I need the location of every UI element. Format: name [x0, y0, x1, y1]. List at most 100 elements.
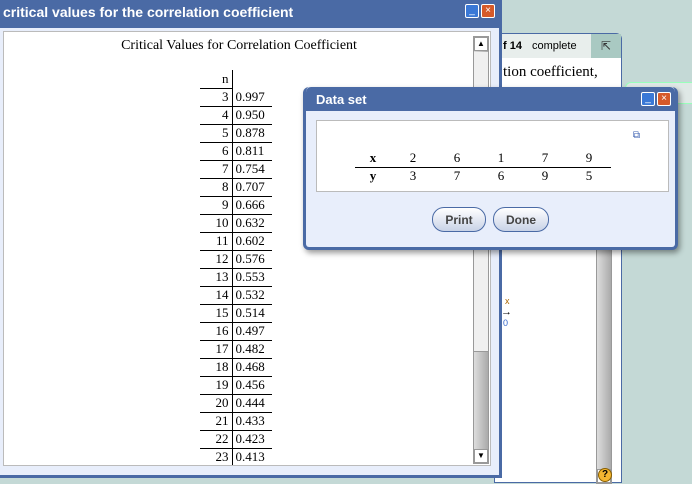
table-row: 20 0.444 [200, 394, 272, 413]
close-icon[interactable]: × [657, 92, 671, 106]
critical-value-cell: 0.468 [232, 358, 272, 377]
table-row: 12 0.576 [200, 250, 272, 269]
critical-value-cell: 0.433 [232, 412, 272, 431]
table-row: 19 0.456 [200, 376, 272, 395]
n-cell: 8 [200, 178, 233, 197]
n-cell: 20 [200, 394, 233, 413]
table-row: 15 0.514 [200, 304, 272, 323]
critical-value-cell: 0.602 [232, 232, 272, 251]
data-table-box: ⧉ x26179 y37695 [316, 120, 669, 192]
help-icon[interactable]: ? [598, 468, 612, 482]
column-header-n: n [200, 70, 233, 89]
n-cell: 21 [200, 412, 233, 431]
n-cell: 14 [200, 286, 233, 305]
critical-value-cell: 0.553 [232, 268, 272, 287]
critical-value-cell: 0.811 [232, 142, 272, 161]
window-title: critical values for the correlation coef… [0, 0, 499, 28]
critical-value-cell: 0.666 [232, 196, 272, 215]
n-cell: 3 [200, 88, 233, 107]
y-label: y [369, 167, 377, 183]
y-value: 5 [585, 167, 593, 183]
table-row: 11 0.602 [200, 232, 272, 251]
table-row: 10 0.632 [200, 214, 272, 233]
table-row: 14 0.532 [200, 286, 272, 305]
table-row: 16 0.497 [200, 322, 272, 341]
table-row: 8 0.707 [200, 178, 272, 197]
close-icon[interactable]: × [481, 4, 495, 18]
minimize-icon[interactable]: _ [465, 4, 479, 18]
n-cell: 4 [200, 106, 233, 125]
n-cell: 17 [200, 340, 233, 359]
table-row: 13 0.553 [200, 268, 272, 287]
scroll-down-arrow[interactable]: ▼ [474, 449, 488, 463]
axis-x-label: x [505, 296, 510, 306]
expand-icon[interactable]: ⇱ [591, 34, 621, 58]
table-row: 6 0.811 [200, 142, 272, 161]
n-cell: 22 [200, 430, 233, 449]
critical-value-cell: 0.514 [232, 304, 272, 323]
popout-icon[interactable]: ⧉ [633, 130, 640, 141]
x-value: 6 [435, 150, 479, 168]
x-value: 1 [479, 150, 523, 168]
dialog-title: Data set [306, 87, 675, 111]
table-row: 4 0.950 [200, 106, 272, 125]
n-cell: 19 [200, 376, 233, 395]
data-set-table: x26179 y37695 [355, 150, 611, 184]
table-row: 17 0.482 [200, 340, 272, 359]
y-value: 7 [453, 167, 461, 183]
critical-value-cell: 0.456 [232, 376, 272, 395]
n-cell: 5 [200, 124, 233, 143]
n-cell: 23 [200, 448, 233, 465]
n-cell: 16 [200, 322, 233, 341]
critical-values-table: n 3 0.997 4 0.950 5 0.878 6 0.811 7 0.754 8 0.707 9 0… [200, 70, 272, 465]
critical-value-cell: 0.497 [232, 322, 272, 341]
question-header: f 14 complete ⇱ [495, 34, 621, 58]
n-cell: 18 [200, 358, 233, 377]
print-button[interactable]: Print [432, 207, 486, 232]
n-cell: 7 [200, 160, 233, 179]
question-counter: f 14 [503, 40, 522, 52]
axis-origin-label: 0 [503, 318, 509, 328]
critical-value-cell: 0.413 [232, 448, 272, 465]
critical-value-cell: 0.423 [232, 430, 272, 449]
y-value: 3 [409, 167, 417, 183]
table-row: 3 0.997 [200, 88, 272, 107]
critical-value-cell: 0.632 [232, 214, 272, 233]
table-row: 9 0.666 [200, 196, 272, 215]
n-cell: 9 [200, 196, 233, 215]
table-row: 7 0.754 [200, 160, 272, 179]
n-cell: 11 [200, 232, 233, 251]
critical-value-cell: 0.532 [232, 286, 272, 305]
data-set-dialog: Data set _ × ⧉ x26179 y37695 Print Done [303, 87, 678, 250]
x-label: x [355, 150, 391, 168]
y-value: 6 [497, 167, 505, 183]
critical-value-cell: 0.997 [232, 88, 272, 107]
n-cell: 6 [200, 142, 233, 161]
table-row: 18 0.468 [200, 358, 272, 377]
table-row: 21 0.433 [200, 412, 272, 431]
critical-value-cell: 0.754 [232, 160, 272, 179]
table-row: 22 0.423 [200, 430, 272, 449]
n-cell: 10 [200, 214, 233, 233]
table-row: 5 0.878 [200, 124, 272, 143]
critical-value-cell: 0.950 [232, 106, 272, 125]
status-label: complete [531, 40, 577, 52]
x-value: 9 [567, 150, 611, 168]
scroll-up-arrow[interactable]: ▲ [474, 37, 488, 51]
critical-value-cell: 0.878 [232, 124, 272, 143]
n-cell: 15 [200, 304, 233, 323]
done-button[interactable]: Done [493, 207, 549, 232]
critical-value-cell: 0.444 [232, 394, 272, 413]
question-text: tion coefficient, [503, 64, 598, 80]
n-cell: 13 [200, 268, 233, 287]
x-value: 7 [523, 150, 567, 168]
minimize-icon[interactable]: _ [641, 92, 655, 106]
critical-value-cell: 0.707 [232, 178, 272, 197]
axis-arrow-icon: → [501, 306, 512, 318]
critical-value-cell: 0.576 [232, 250, 272, 269]
critical-value-cell: 0.482 [232, 340, 272, 359]
table-row: 23 0.413 [200, 448, 272, 465]
x-value: 2 [391, 150, 435, 168]
table-heading: Critical Values for Correlation Coeffici… [121, 38, 357, 53]
n-cell: 12 [200, 250, 233, 269]
